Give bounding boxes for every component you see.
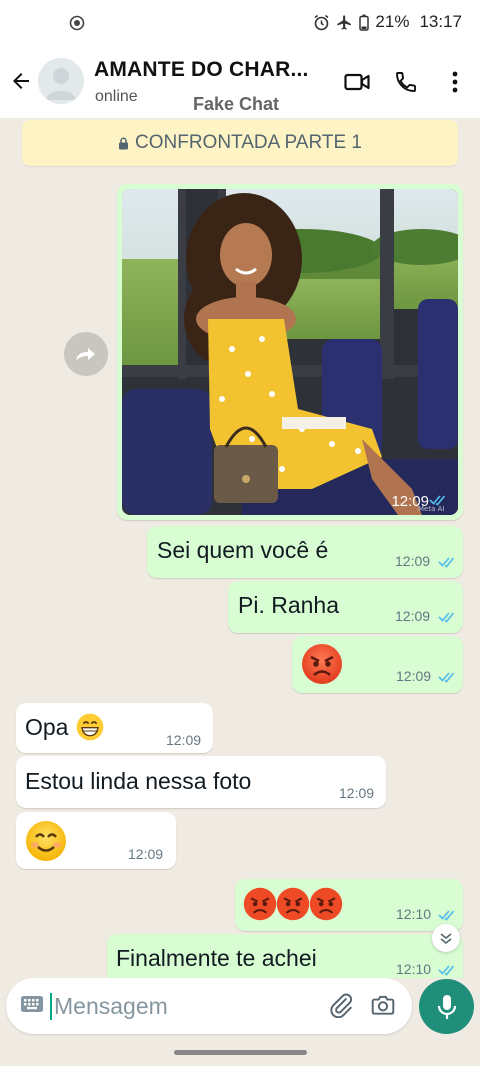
- message-input[interactable]: [54, 991, 314, 1021]
- status-right: 21% 13:17: [313, 12, 462, 32]
- watermark-label: Fake Chat: [193, 94, 280, 114]
- camera-icon[interactable]: [370, 992, 396, 1018]
- photo-woman-on-bus: Meta AI: [122, 189, 458, 515]
- outgoing-message[interactable]: 12:09: [292, 636, 463, 693]
- voice-call-button[interactable]: [392, 68, 420, 96]
- double-check-icon: [438, 672, 455, 683]
- airplane-mode-icon: [337, 14, 352, 30]
- arrow-back-icon: [13, 73, 29, 89]
- avatar[interactable]: [38, 58, 84, 104]
- video-call-button[interactable]: [343, 68, 371, 96]
- double-check-icon: [438, 557, 455, 568]
- back-button[interactable]: [6, 66, 36, 96]
- message-text: Opa: [25, 714, 69, 740]
- location-active-icon: [69, 15, 85, 31]
- paperclip-icon[interactable]: [328, 992, 354, 1018]
- home-gesture-handle[interactable]: [174, 1050, 307, 1055]
- double-chevron-down-icon: [440, 933, 452, 945]
- angry-face-icon: [309, 887, 343, 921]
- message-time: 12:10: [396, 961, 432, 977]
- more-options-button[interactable]: [441, 68, 469, 96]
- system-nav-bar: [0, 1040, 480, 1066]
- message-text: Pi. Ranha: [238, 592, 340, 618]
- chat-area[interactable]: CONFRONTADA PARTE 1 Meta AI 12:09 Sei qu…: [0, 118, 480, 978]
- angry-face-icon: [302, 644, 342, 684]
- message-time: 12:09: [166, 732, 202, 748]
- forward-icon: [76, 348, 95, 361]
- chat-banner: CONFRONTADA PARTE 1: [22, 120, 458, 166]
- photo[interactable]: Meta AI: [122, 189, 458, 515]
- double-check-icon: [438, 965, 455, 976]
- smiling-face-icon: [26, 821, 66, 861]
- double-check-icon: [429, 495, 446, 506]
- message-composer: [6, 978, 412, 1034]
- message-time: 12:09: [391, 493, 429, 510]
- voice-message-button[interactable]: [419, 979, 474, 1034]
- outgoing-message[interactable]: Sei quem você é 12:09: [147, 526, 463, 578]
- message-time: 12:09: [395, 553, 431, 569]
- chat-header: AMANTE DO CHAR... online Fake Chat: [0, 46, 480, 118]
- more-vert-icon: [452, 71, 458, 93]
- double-check-icon: [438, 910, 455, 921]
- outgoing-message[interactable]: 12:10: [235, 879, 463, 931]
- message-time: 12:09: [396, 668, 432, 684]
- scroll-to-bottom-button[interactable]: [432, 924, 460, 952]
- battery-icon: [359, 14, 370, 31]
- clock: 13:17: [419, 12, 462, 31]
- incoming-message[interactable]: Estou linda nessa foto 12:09: [16, 756, 386, 808]
- message-text: Sei quem você é: [157, 537, 329, 563]
- lock-icon: [119, 137, 128, 149]
- forward-button[interactable]: [64, 332, 108, 376]
- angry-face-icon: [276, 887, 310, 921]
- status-bar: 21% 13:17: [0, 0, 480, 46]
- message-text: Finalmente te achei: [116, 945, 317, 971]
- video-camera-icon: [344, 73, 370, 91]
- image-message[interactable]: Meta AI 12:09: [117, 184, 463, 520]
- message-time: 12:09: [128, 846, 164, 862]
- text-caret: [50, 993, 52, 1020]
- message-time: 12:10: [396, 906, 432, 922]
- outgoing-message[interactable]: Pi. Ranha 12:09: [228, 581, 463, 633]
- keyboard-icon[interactable]: [20, 995, 44, 1013]
- alarm-icon: [314, 14, 329, 30]
- phone-icon: [396, 72, 416, 92]
- message-text: Estou linda nessa foto: [25, 768, 252, 794]
- contact-status: online: [95, 88, 138, 105]
- message-time: 12:09: [339, 785, 375, 801]
- incoming-message[interactable]: 12:09: [16, 812, 176, 869]
- incoming-message[interactable]: Opa 12:09: [16, 703, 213, 753]
- grinning-face-icon: [76, 713, 104, 741]
- contact-name[interactable]: AMANTE DO CHAR...: [94, 58, 309, 82]
- outgoing-message[interactable]: Finalmente te achei 12:10: [107, 934, 463, 978]
- message-time: 12:09: [395, 608, 431, 624]
- banner-text: CONFRONTADA PARTE 1: [135, 132, 362, 153]
- battery-percent: 21%: [375, 12, 410, 31]
- microphone-icon: [437, 994, 456, 1019]
- double-check-icon: [438, 612, 455, 623]
- angry-face-icon: [243, 887, 277, 921]
- default-avatar-icon: [38, 58, 84, 104]
